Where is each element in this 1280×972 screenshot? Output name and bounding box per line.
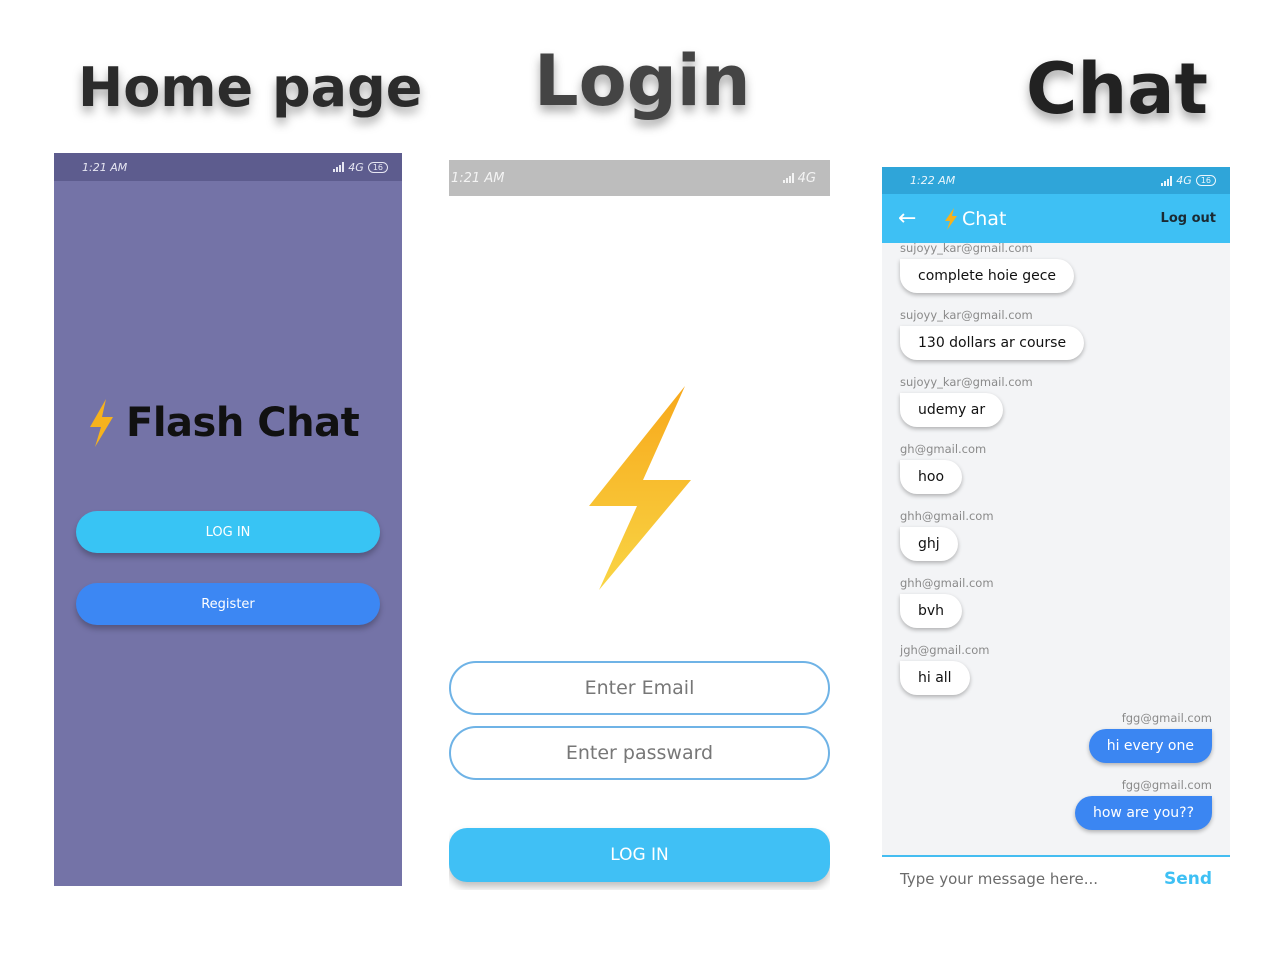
list-item: ghh@gmail.com bvh — [900, 576, 994, 628]
lightning-bolt-icon — [90, 399, 113, 447]
message-sender: fgg@gmail.com — [1121, 778, 1212, 792]
message-bubble: udemy ar — [900, 393, 1004, 427]
chat-heading: Chat — [1026, 48, 1208, 130]
chat-title: Chat — [962, 207, 1007, 230]
login-submit-button[interactable]: LOG IN — [449, 828, 830, 882]
message-bubble: complete hoie gece — [900, 259, 1075, 293]
message-sender: ghh@gmail.com — [900, 576, 994, 590]
lightning-bolt-icon — [589, 386, 691, 590]
status-time: 1:21 AM — [82, 160, 128, 174]
message-composer: Type your message here... Send — [882, 855, 1230, 900]
network-label: 4G — [348, 160, 364, 174]
app-bar: ← Chat Log out — [882, 194, 1230, 243]
signal-icon — [782, 173, 794, 183]
logout-button[interactable]: Log out — [1161, 211, 1216, 226]
battery-icon: 16 — [367, 161, 388, 173]
network-label: 4G — [797, 170, 816, 186]
app-logo: Flash Chat — [86, 399, 360, 447]
message-sender: sujoyy_kar@gmail.com — [900, 375, 1033, 389]
list-item: sujoyy_kar@gmail.com udemy ar — [900, 375, 1033, 427]
message-bubble: hi every one — [1088, 729, 1212, 763]
chat-screen: 1:22 AM 4G 16 ← Chat Log out sujoyy_kar@… — [882, 167, 1230, 900]
list-item: fgg@gmail.com hi every one — [1088, 711, 1212, 763]
message-bubble: 130 dollars ar course — [900, 326, 1085, 360]
message-list[interactable]: sujoyy_kar@gmail.com complete hoie gece … — [882, 241, 1230, 855]
message-input[interactable]: Type your message here... — [900, 870, 1098, 888]
status-time: 1:21 AM — [451, 170, 505, 186]
login-button[interactable]: LOG IN — [76, 511, 380, 553]
message-bubble: hoo — [900, 460, 963, 494]
message-sender: jgh@gmail.com — [900, 643, 990, 657]
message-sender: sujoyy_kar@gmail.com — [900, 241, 1033, 255]
list-item: jgh@gmail.com hi all — [900, 643, 989, 695]
register-button[interactable]: Register — [76, 583, 380, 625]
message-bubble: how are you?? — [1074, 796, 1212, 830]
login-screen: 1:21 AM 4G Enter Email Enter passward LO… — [449, 160, 830, 890]
status-bar: 1:21 AM 4G — [449, 160, 830, 196]
home-page-heading: Home page — [78, 56, 423, 119]
message-sender: gh@gmail.com — [900, 442, 987, 456]
password-field[interactable]: Enter passward — [449, 726, 830, 780]
list-item: sujoyy_kar@gmail.com 130 dollars ar cour… — [900, 308, 1085, 360]
status-bar: 1:21 AM 4G 16 — [54, 153, 402, 181]
back-arrow-icon[interactable]: ← — [898, 206, 944, 231]
lightning-bolt-icon — [945, 207, 957, 230]
message-sender: fgg@gmail.com — [1121, 711, 1212, 725]
signal-icon — [333, 162, 345, 172]
status-time: 1:22 AM — [910, 174, 956, 187]
signal-icon — [1161, 175, 1173, 186]
email-field[interactable]: Enter Email — [449, 661, 830, 715]
list-item: fgg@gmail.com how are you?? — [1074, 778, 1212, 830]
list-item: ghh@gmail.com ghj — [900, 509, 994, 561]
message-bubble: hi all — [900, 661, 970, 695]
message-sender: sujoyy_kar@gmail.com — [900, 308, 1033, 322]
message-bubble: bvh — [900, 594, 963, 628]
login-heading: Login — [534, 40, 751, 122]
home-screen: 1:21 AM 4G 16 Flash Chat LOG IN Register — [54, 153, 402, 886]
network-label: 4G — [1176, 174, 1192, 187]
list-item: gh@gmail.com hoo — [900, 442, 986, 494]
battery-icon: 16 — [1195, 175, 1216, 186]
message-bubble: ghj — [900, 527, 958, 561]
list-item: sujoyy_kar@gmail.com complete hoie gece — [900, 241, 1075, 293]
status-bar: 1:22 AM 4G 16 — [882, 167, 1230, 194]
app-title: Flash Chat — [126, 400, 360, 446]
send-button[interactable]: Send — [1164, 869, 1212, 889]
message-sender: ghh@gmail.com — [900, 509, 994, 523]
